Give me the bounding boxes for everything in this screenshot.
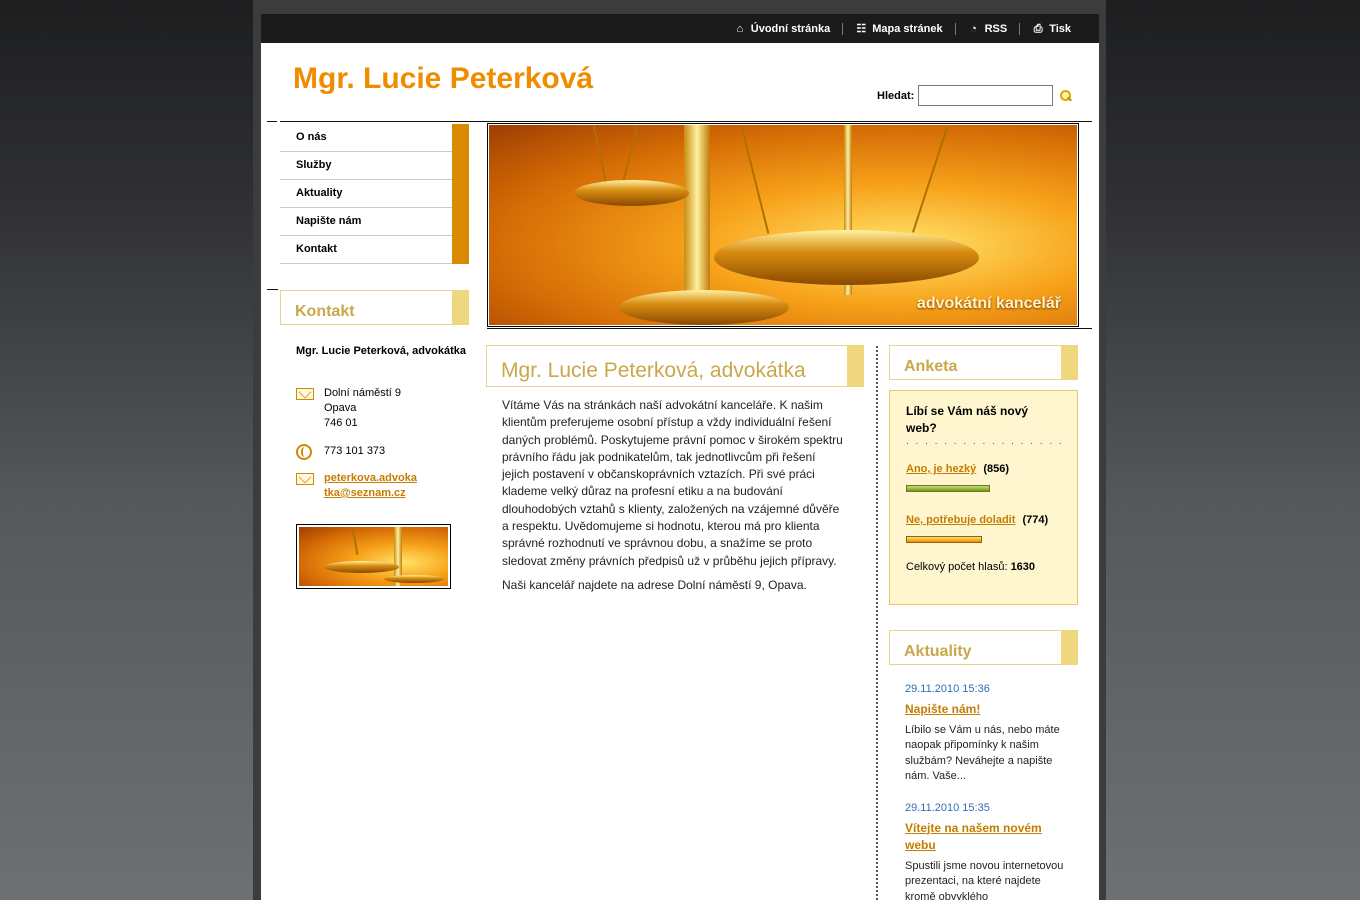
topnav-home-link[interactable]: ⌂ Úvodní stránka — [722, 23, 842, 35]
poll-result-bar — [906, 536, 982, 543]
topnav-rss-link[interactable]: ◔ RSS — [954, 22, 1020, 35]
contact-heading: Kontakt — [280, 290, 469, 325]
news-excerpt: Líbilo se Vám u nás, nebo máte naopak př… — [905, 723, 1060, 783]
phone-number: 773 101 373 — [324, 445, 386, 457]
poll-heading: Anketa — [889, 345, 1078, 380]
poll-option-no-link[interactable]: Ne, potřebuje doladit — [906, 514, 1015, 526]
contact-email: peterkova.advoka tka@seznam.cz — [296, 471, 417, 501]
top-navigation: ⌂ Úvodní stránka ☷ Mapa stránek ◔ RSS ⎙ … — [261, 14, 1099, 43]
banner-caption: advokátní kancelář — [916, 295, 1061, 312]
contact-phone: 773 101 373 — [296, 444, 385, 462]
poll-option-yes-link[interactable]: Ano, je hezký — [906, 463, 976, 475]
news-item: 29.11.2010 15:35 Vítejte na našem novém … — [905, 801, 1065, 900]
news-title-link[interactable]: Vítejte na našem novém webu — [905, 820, 1065, 854]
nav-item-kontakt[interactable]: Kontakt — [280, 236, 469, 264]
topnav-sitemap-link[interactable]: ☷ Mapa stránek — [842, 22, 954, 35]
email-link[interactable]: peterkova.advoka tka@seznam.cz — [324, 471, 417, 501]
phone-icon — [296, 444, 312, 460]
search-icon[interactable] — [1059, 89, 1073, 103]
article-title: Mgr. Lucie Peterková, advokátka — [486, 345, 864, 387]
contact-name: Mgr. Lucie Peterková, advokátka — [296, 345, 466, 357]
search-label: Hledat: — [877, 89, 915, 102]
contact-address: Dolní náměstí 9 Opava 746 01 — [296, 386, 401, 431]
header-banner-image: advokátní kancelář — [487, 123, 1079, 327]
rss-icon: ◔ — [970, 22, 977, 35]
news-date: 29.11.2010 15:35 — [905, 802, 990, 814]
site-title[interactable]: Mgr. Lucie Peterková — [293, 62, 593, 96]
article-paragraph: Naši kancelář najdete na adrese Dolní ná… — [502, 577, 807, 592]
poll-option: Ne, potřebuje doladit (774) — [906, 514, 1061, 543]
poll-total-label: Celkový počet hlasů: — [906, 561, 1008, 573]
divider — [267, 289, 278, 290]
nav-item-aktuality[interactable]: Aktuality — [280, 180, 469, 208]
address-zip: 746 01 — [324, 417, 358, 429]
poll-question: Líbí se Vám náš nový web? — [906, 404, 1029, 435]
search-input[interactable] — [918, 85, 1054, 106]
topnav-print-link[interactable]: ⎙ Tisk — [1019, 22, 1083, 35]
poll-option-count: (774) — [1022, 514, 1049, 526]
home-icon: ⌂ — [736, 22, 744, 35]
news-title-link[interactable]: Napište nám! — [905, 701, 1065, 718]
address-street: Dolní náměstí 9 — [324, 387, 402, 399]
header-divider — [280, 121, 1092, 122]
print-icon: ⎙ — [1033, 22, 1043, 35]
column-divider — [876, 346, 878, 900]
address-city: Opava — [324, 402, 357, 414]
page: ⌂ Úvodní stránka ☷ Mapa stránek ◔ RSS ⎙ … — [261, 14, 1099, 900]
article-paragraph: Vítáme Vás na stránkách naší advokátní k… — [502, 398, 843, 568]
poll-option-count: (856) — [983, 463, 1010, 475]
poll-result-bar — [906, 485, 990, 492]
poll-separator: . . . . . . . . . . . . . . . . . . — [906, 437, 1061, 447]
poll-total-value: 1630 — [1010, 561, 1036, 573]
address-card-icon — [296, 388, 314, 400]
divider — [267, 121, 277, 122]
news-excerpt: Spustili jsme novou internetovou prezent… — [905, 859, 1064, 900]
poll-box: Líbí se Vám náš nový web? . . . . . . . … — [889, 390, 1078, 605]
news-item: 29.11.2010 15:36 Napište nám! Líbilo se … — [905, 682, 1065, 785]
sitemap-icon: ☷ — [856, 22, 867, 35]
email-icon — [296, 473, 314, 485]
nav-item-o-nas[interactable]: O nás — [280, 124, 469, 152]
scales-thumbnail-image[interactable] — [296, 524, 451, 589]
poll-option: Ano, je hezký (856) — [906, 463, 1061, 492]
article-body: Vítáme Vás na stránkách naší advokátní k… — [502, 397, 844, 601]
search-form: Hledat: — [877, 85, 1073, 106]
main-navigation: O nás Služby Aktuality Napište nám Konta… — [280, 124, 469, 264]
news-heading: Aktuality — [889, 630, 1078, 665]
banner-divider — [487, 328, 1092, 329]
nav-item-napiste-nam[interactable]: Napište nám — [280, 208, 469, 236]
nav-item-sluzby[interactable]: Služby — [280, 152, 469, 180]
news-date: 29.11.2010 15:36 — [905, 683, 990, 695]
poll-total: Celkový počet hlasů: 1630 — [906, 561, 1061, 573]
